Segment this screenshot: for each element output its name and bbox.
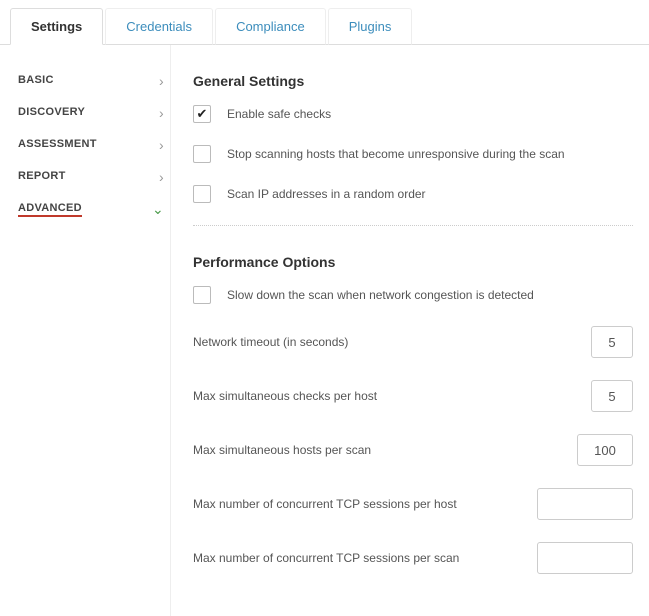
sidebar-item-basic[interactable]: BASIC › — [18, 65, 170, 97]
section-separator — [193, 225, 633, 226]
row-max-hosts: Max simultaneous hosts per scan — [193, 434, 633, 466]
chevron-right-icon: › — [159, 73, 164, 89]
tab-compliance[interactable]: Compliance — [215, 8, 326, 45]
input-max-checks[interactable] — [591, 380, 633, 412]
label-stop-unresponsive: Stop scanning hosts that become unrespon… — [227, 147, 565, 161]
sidebar-item-report[interactable]: REPORT › — [18, 161, 170, 193]
sidebar-item-assessment[interactable]: ASSESSMENT › — [18, 129, 170, 161]
chevron-right-icon: › — [159, 105, 164, 121]
sidebar-item-label: BASIC — [18, 74, 54, 89]
sidebar: BASIC › DISCOVERY › ASSESSMENT › REPORT … — [0, 45, 170, 616]
chevron-down-icon: ⌄ — [152, 201, 164, 218]
checkbox-safe-checks[interactable] — [193, 105, 211, 123]
sidebar-item-label: REPORT — [18, 170, 66, 185]
main-panel: General Settings Enable safe checks Stop… — [170, 45, 649, 616]
label-max-hosts: Max simultaneous hosts per scan — [193, 443, 557, 457]
section-heading-general: General Settings — [193, 73, 633, 89]
row-slow-down: Slow down the scan when network congesti… — [193, 286, 633, 304]
row-random-order: Scan IP addresses in a random order — [193, 185, 633, 203]
row-stop-unresponsive: Stop scanning hosts that become unrespon… — [193, 145, 633, 163]
tab-bar: Settings Credentials Compliance Plugins — [0, 0, 649, 45]
input-tcp-per-host[interactable] — [537, 488, 633, 520]
chevron-right-icon: › — [159, 169, 164, 185]
checkbox-random-order[interactable] — [193, 185, 211, 203]
tab-plugins[interactable]: Plugins — [328, 8, 413, 45]
label-safe-checks: Enable safe checks — [227, 107, 331, 121]
row-network-timeout: Network timeout (in seconds) — [193, 326, 633, 358]
label-network-timeout: Network timeout (in seconds) — [193, 335, 571, 349]
row-max-checks: Max simultaneous checks per host — [193, 380, 633, 412]
chevron-right-icon: › — [159, 137, 164, 153]
sidebar-item-advanced[interactable]: ADVANCED ⌄ — [18, 193, 170, 226]
row-tcp-per-scan: Max number of concurrent TCP sessions pe… — [193, 542, 633, 574]
input-max-hosts[interactable] — [577, 434, 633, 466]
sidebar-item-label: DISCOVERY — [18, 106, 85, 121]
row-tcp-per-host: Max number of concurrent TCP sessions pe… — [193, 488, 633, 520]
label-tcp-per-host: Max number of concurrent TCP sessions pe… — [193, 497, 517, 511]
checkbox-stop-unresponsive[interactable] — [193, 145, 211, 163]
label-max-checks: Max simultaneous checks per host — [193, 389, 571, 403]
tab-settings[interactable]: Settings — [10, 8, 103, 45]
label-tcp-per-scan: Max number of concurrent TCP sessions pe… — [193, 551, 517, 565]
label-random-order: Scan IP addresses in a random order — [227, 187, 426, 201]
section-heading-performance: Performance Options — [193, 254, 633, 270]
sidebar-item-discovery[interactable]: DISCOVERY › — [18, 97, 170, 129]
sidebar-item-label: ASSESSMENT — [18, 138, 97, 153]
input-network-timeout[interactable] — [591, 326, 633, 358]
tab-credentials[interactable]: Credentials — [105, 8, 213, 45]
row-safe-checks: Enable safe checks — [193, 105, 633, 123]
checkbox-slow-down[interactable] — [193, 286, 211, 304]
label-slow-down: Slow down the scan when network congesti… — [227, 288, 534, 302]
input-tcp-per-scan[interactable] — [537, 542, 633, 574]
sidebar-item-label: ADVANCED — [18, 202, 82, 217]
